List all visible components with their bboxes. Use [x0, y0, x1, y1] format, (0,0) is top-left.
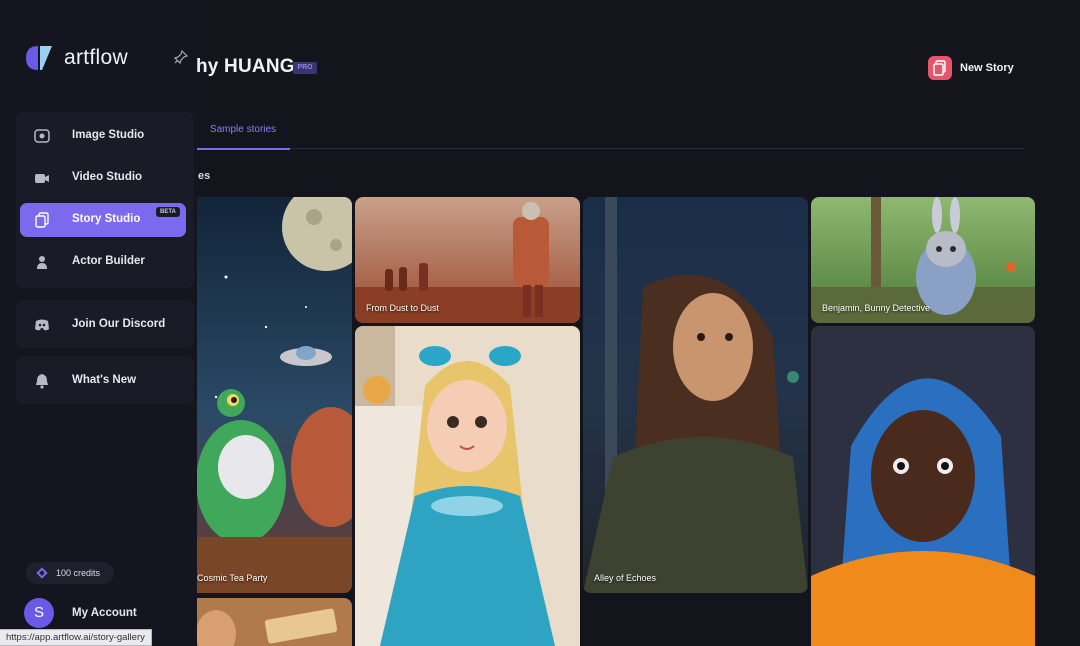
sidebar-item-image-studio[interactable]: Image Studio: [20, 119, 186, 153]
logo-text: artflow: [64, 46, 128, 69]
story-thumbnail: [186, 197, 352, 593]
story-card-from-dust-to-dust[interactable]: From Dust to Dust: [355, 197, 580, 323]
artflow-logo-icon: [26, 46, 52, 70]
story-card-alley-of-echoes[interactable]: Alley of Echoes: [583, 197, 808, 593]
my-account-label: My Account: [72, 607, 137, 619]
new-story-icon: [928, 56, 952, 80]
story-card-cosmic-tea-party[interactable]: Cosmic Tea Party: [186, 197, 352, 593]
join-discord-button[interactable]: Join Our Discord: [16, 300, 194, 348]
sidebar-item-story-studio[interactable]: Story Studio BETA: [20, 203, 186, 237]
sidebar: artflow Image Studio Video Studio Story …: [0, 0, 197, 646]
person-icon: [37, 256, 47, 269]
sidebar-nav: Image Studio Video Studio Story Studio B…: [16, 112, 194, 288]
sidebar-item-video-studio[interactable]: Video Studio: [20, 161, 186, 195]
story-caption: Alley of Echoes: [594, 573, 657, 583]
story-card-partial[interactable]: [186, 598, 352, 646]
discord-icon: [35, 319, 49, 331]
story-caption: Cosmic Tea Party: [197, 573, 268, 583]
story-card-girl[interactable]: [355, 326, 580, 646]
story-thumbnail: [186, 598, 352, 646]
artflow-logo[interactable]: artflow: [24, 44, 128, 72]
pin-icon[interactable]: [174, 50, 188, 64]
credits-diamond-icon: [36, 567, 48, 579]
new-story-label: New Story: [960, 62, 1014, 74]
my-account-button[interactable]: S My Account: [24, 598, 137, 628]
image-studio-icon: [34, 129, 50, 143]
story-card-child-headscarf[interactable]: [811, 326, 1035, 646]
tab-sample-stories[interactable]: Sample stories: [196, 116, 290, 150]
story-icon: [35, 212, 49, 228]
sidebar-item-label: Actor Builder: [72, 255, 145, 267]
story-card-benjamin-bunny-detective[interactable]: Benjamin, Bunny Detective: [811, 197, 1035, 323]
sidebar-item-actor-builder[interactable]: Actor Builder: [20, 245, 186, 279]
bell-icon: [36, 374, 48, 389]
credits-label: 100 credits: [56, 568, 101, 578]
story-caption: From Dust to Dust: [366, 303, 440, 313]
pro-badge: PRO: [293, 62, 317, 74]
sidebar-item-label: Video Studio: [72, 171, 143, 183]
beta-badge: BETA: [156, 207, 180, 217]
story-thumbnail: [355, 326, 580, 646]
sidebar-item-label: Image Studio: [72, 129, 145, 141]
avatar: S: [24, 598, 54, 628]
whats-new-button[interactable]: What's New: [16, 356, 194, 404]
credits-badge[interactable]: 100 credits: [26, 562, 114, 584]
story-thumbnail: [583, 197, 808, 593]
story-caption: Benjamin, Bunny Detective: [822, 303, 931, 313]
new-story-button[interactable]: New Story: [928, 55, 1014, 81]
section-title: es: [198, 170, 211, 182]
join-discord-label: Join Our Discord: [72, 318, 166, 330]
video-camera-icon: [35, 174, 49, 183]
story-thumbnail: [811, 326, 1035, 646]
sidebar-item-label: Story Studio: [72, 213, 141, 225]
whats-new-label: What's New: [72, 374, 137, 386]
status-bar-url: https://app.artflow.ai/story-gallery: [0, 629, 152, 646]
tab-bar-divider: [196, 148, 1024, 149]
page-title: hy HUANG: [196, 56, 295, 77]
